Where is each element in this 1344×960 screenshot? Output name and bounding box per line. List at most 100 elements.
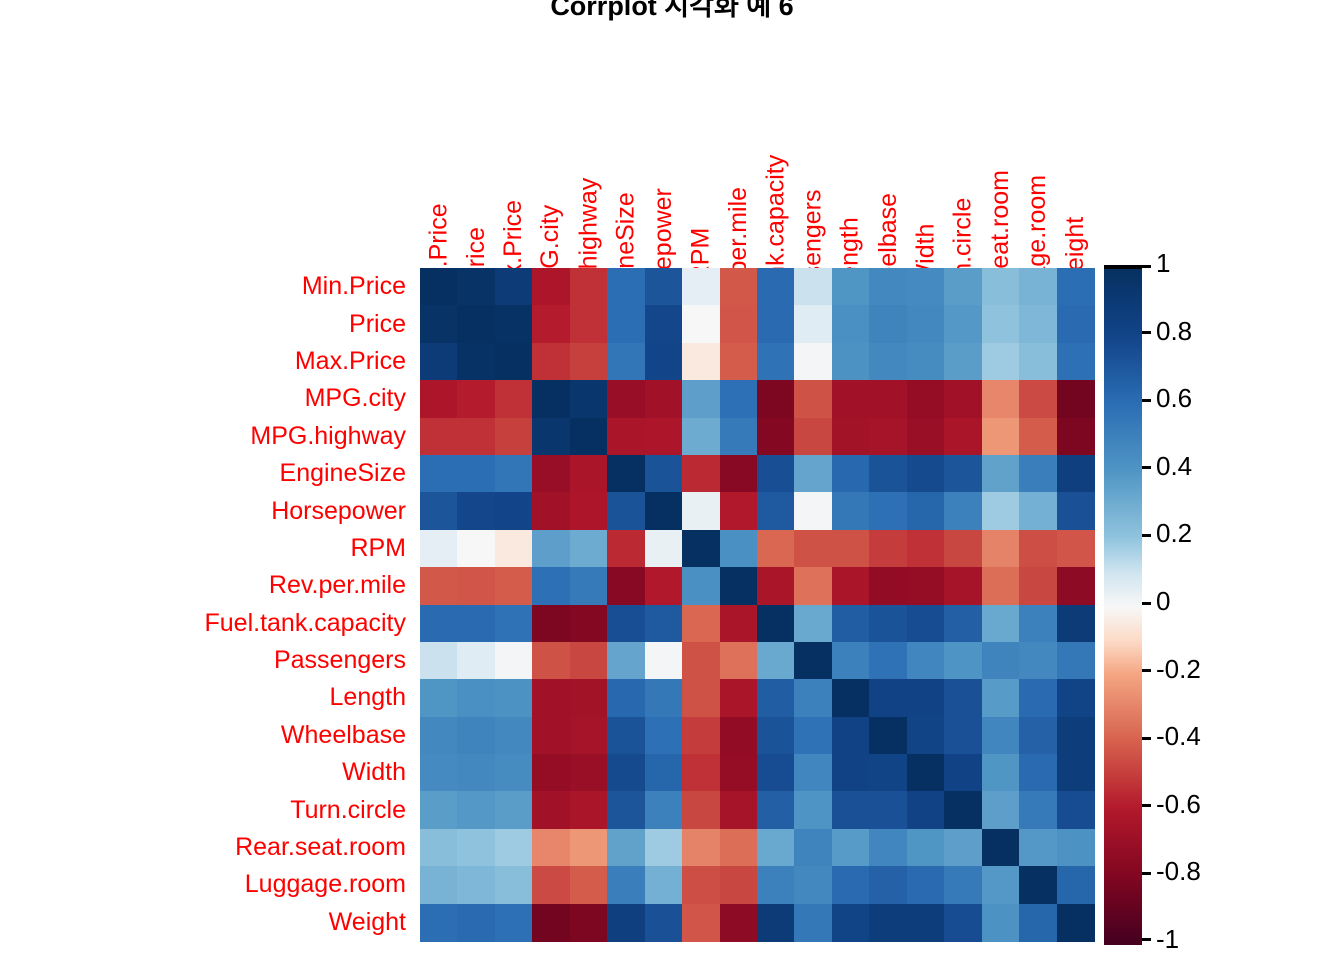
heatmap-cell xyxy=(644,417,683,456)
colorbar-tick-label: -0.4 xyxy=(1156,721,1201,752)
heatmap-cell xyxy=(981,268,1020,306)
heatmap-cell xyxy=(532,342,571,381)
heatmap-cell xyxy=(1019,305,1058,344)
heatmap-cell xyxy=(644,342,683,381)
heatmap-cell xyxy=(607,828,646,867)
heatmap-cell xyxy=(420,604,459,643)
heatmap-cell xyxy=(569,567,608,606)
colorbar-tick-label: -0.8 xyxy=(1156,856,1201,887)
heatmap-cell xyxy=(719,417,758,456)
heatmap-cell xyxy=(906,417,945,456)
heatmap-cell xyxy=(569,604,608,643)
heatmap-cell xyxy=(906,604,945,643)
heatmap-cell xyxy=(607,492,646,531)
heatmap-cell xyxy=(757,342,796,381)
heatmap-cell xyxy=(457,641,496,680)
heatmap-cell xyxy=(607,342,646,381)
heatmap-cell xyxy=(644,866,683,905)
column-label: Weight xyxy=(1057,30,1094,294)
heatmap-cell xyxy=(569,866,608,905)
heatmap-cell xyxy=(869,454,908,493)
column-label: Horsepower xyxy=(645,30,682,323)
row-label: Passengers xyxy=(273,646,406,675)
row-label: Rear.seat.room xyxy=(235,833,406,862)
heatmap-cell xyxy=(494,567,533,606)
heatmap-cell xyxy=(719,828,758,867)
heatmap-cell xyxy=(757,305,796,344)
heatmap-cell xyxy=(607,791,646,830)
heatmap-cell xyxy=(532,454,571,493)
heatmap-cell xyxy=(757,567,796,606)
heatmap-cell xyxy=(569,716,608,755)
heatmap-cell xyxy=(457,268,496,306)
column-label: Length xyxy=(832,30,869,293)
heatmap-cell xyxy=(869,268,908,306)
heatmap-cell xyxy=(944,268,983,306)
heatmap-cell xyxy=(644,604,683,643)
heatmap-cell xyxy=(682,604,721,643)
heatmap-cell xyxy=(494,679,533,718)
heatmap-cell xyxy=(457,866,496,905)
heatmap-cell xyxy=(1056,305,1095,344)
heatmap-cell xyxy=(569,454,608,493)
heatmap-cell xyxy=(757,492,796,531)
heatmap-cell xyxy=(1019,529,1058,568)
heatmap-cell xyxy=(906,268,945,306)
heatmap-cell xyxy=(869,679,908,718)
heatmap-cell xyxy=(644,454,683,493)
heatmap-cell xyxy=(794,828,833,867)
heatmap-cell xyxy=(1019,342,1058,381)
corrplot-figure: Corrplot 시각화 예 6 Min.Price Price Max.Price… xyxy=(0,0,1344,960)
heatmap-cell xyxy=(757,828,796,867)
heatmap-cell xyxy=(682,342,721,381)
heatmap-cell xyxy=(494,866,533,905)
heatmap-cell xyxy=(794,342,833,381)
heatmap-cell xyxy=(420,903,459,942)
heatmap-cell xyxy=(981,679,1020,718)
colorbar-axis: 1 0.8 0.6 0.4 0.2 0 -0.2 -0.4 -0.6 -0.8 -1 xyxy=(1142,250,1302,952)
heatmap-cell xyxy=(981,305,1020,344)
heatmap-cell xyxy=(420,342,459,381)
heatmap-cell xyxy=(569,380,608,419)
heatmap-cell xyxy=(607,417,646,456)
heatmap-cell xyxy=(532,492,571,531)
heatmap-cell xyxy=(569,903,608,942)
heatmap-cell xyxy=(1019,903,1058,942)
heatmap-cell xyxy=(420,567,459,606)
heatmap-cell xyxy=(981,454,1020,493)
heatmap-cell xyxy=(1019,492,1058,531)
heatmap-cell xyxy=(719,268,758,306)
heatmap-cell xyxy=(457,305,496,344)
heatmap-cell xyxy=(607,529,646,568)
correlation-heatmap-grid xyxy=(420,268,1095,942)
heatmap-cell xyxy=(831,305,870,344)
heatmap-cell xyxy=(831,754,870,793)
column-label: Rev.per.mile xyxy=(720,30,757,324)
heatmap-cell xyxy=(757,604,796,643)
colorbar-tick-label: -0.6 xyxy=(1156,788,1201,819)
heatmap-cell xyxy=(1019,754,1058,793)
heatmap-cell xyxy=(457,454,496,493)
heatmap-cell xyxy=(944,305,983,344)
heatmap-cell xyxy=(831,268,870,306)
heatmap-cell xyxy=(906,342,945,381)
heatmap-cell xyxy=(420,492,459,531)
heatmap-cell xyxy=(794,791,833,830)
heatmap-cell xyxy=(494,604,533,643)
heatmap-cell xyxy=(794,641,833,680)
heatmap-cell xyxy=(682,716,721,755)
column-label: RPM xyxy=(682,30,719,284)
heatmap-cell xyxy=(944,903,983,942)
heatmap-cell xyxy=(757,754,796,793)
column-label: MPG.city xyxy=(532,30,569,306)
heatmap-cell xyxy=(794,305,833,344)
heatmap-cell xyxy=(682,492,721,531)
heatmap-cell xyxy=(457,716,496,755)
heatmap-cell xyxy=(532,268,571,306)
heatmap-cell xyxy=(494,903,533,942)
heatmap-cell xyxy=(457,417,496,456)
column-label: Min.Price xyxy=(420,30,457,307)
colorbar-tick-label: -1 xyxy=(1156,924,1180,954)
heatmap-cell xyxy=(682,866,721,905)
heatmap-cell xyxy=(869,604,908,643)
